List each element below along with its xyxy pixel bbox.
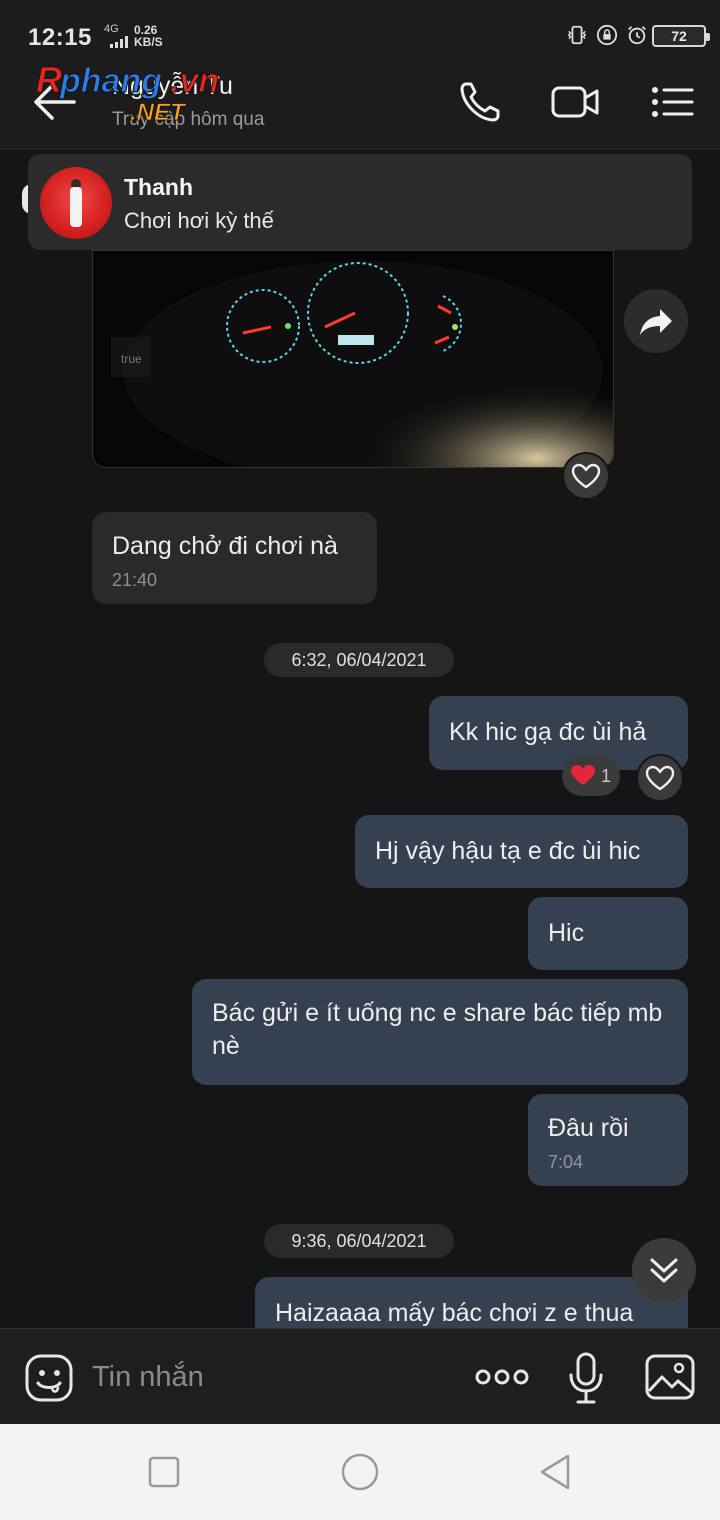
notification-sender: Thanh	[124, 174, 193, 200]
svg-text:R: R	[36, 59, 62, 100]
system-nav-bar	[0, 1424, 720, 1520]
svg-text:phang: phang	[59, 62, 162, 100]
svg-text:.vn: .vn	[170, 62, 219, 100]
message-bubble-out[interactable]: Hic	[528, 897, 688, 970]
message-text: Haizaaaa mấy bác chơi z e thua	[275, 1299, 634, 1327]
image-message[interactable]: true	[92, 250, 614, 468]
scroll-to-bottom-button[interactable]	[632, 1238, 696, 1302]
share-button[interactable]	[624, 289, 688, 353]
message-input[interactable]	[92, 1355, 452, 1399]
nav-back-icon[interactable]	[536, 1452, 576, 1492]
phone-icon[interactable]	[456, 78, 506, 126]
svg-text:true: true	[121, 352, 142, 366]
message-time: 21:40	[112, 570, 158, 590]
notification-avatar	[40, 167, 112, 239]
battery-indicator: 72	[652, 25, 710, 47]
emoji-icon[interactable]	[24, 1353, 74, 1403]
message-bubble-out[interactable]: Bác gửi e ít uống nc e share bác tiếp mb…	[192, 979, 688, 1085]
heart-react-button[interactable]	[562, 452, 610, 500]
video-call-icon[interactable]	[550, 78, 600, 126]
message-time: 7:04	[548, 1152, 584, 1172]
message-text: Bác gửi e ít uống nc e share bác tiếp mb…	[212, 999, 663, 1060]
message-input-bar	[0, 1328, 720, 1424]
lock-icon	[596, 24, 618, 46]
notification-message: Chơi hơi kỳ thế	[124, 208, 274, 233]
message-text: Kk hic gạ đc ùi hả	[449, 718, 647, 746]
status-time: 12:15	[28, 24, 92, 51]
alarm-icon	[628, 26, 646, 45]
nav-home-icon[interactable]	[340, 1452, 380, 1492]
network-speed: 0.26 KB/S	[134, 23, 163, 49]
message-text: Dang chở đi chơi nà	[112, 532, 338, 560]
more-dots-icon[interactable]	[474, 1359, 530, 1395]
heart-icon	[645, 765, 675, 791]
reaction-badge[interactable]: 1	[562, 756, 620, 796]
status-icons	[566, 24, 648, 46]
chat-header: Nguyễn Tu Truy cập hôm qua R phang .vn .…	[0, 54, 720, 150]
watermark-logo: R phang .vn .NET	[36, 59, 220, 123]
svg-text:.NET: .NET	[130, 99, 187, 122]
heart-reaction-icon	[571, 765, 595, 785]
heart-icon	[571, 463, 601, 489]
status-bar: 12:15 4G 0.26 KB/S 72	[0, 0, 720, 54]
date-separator: 9:36, 06/04/2021	[264, 1224, 454, 1258]
reaction-count: 1	[601, 766, 612, 786]
heart-react-button[interactable]	[636, 754, 684, 802]
dashboard-photo: true	[93, 251, 613, 467]
share-icon	[640, 309, 672, 335]
gallery-icon[interactable]	[644, 1353, 696, 1401]
chevron-double-down-icon	[650, 1258, 678, 1283]
vibrate-icon	[567, 25, 587, 45]
mic-icon[interactable]	[566, 1351, 606, 1405]
message-text: Đâu rồi	[548, 1114, 629, 1142]
network-type: 4G	[104, 23, 119, 35]
nav-recents-icon[interactable]	[144, 1452, 184, 1492]
message-bubble-out[interactable]: Đâu rồi 7:04	[528, 1094, 688, 1186]
message-notification[interactable]: Thanh Chơi hơi kỳ thế	[28, 154, 692, 250]
signal-icon	[110, 36, 128, 48]
message-text: Hj vậy hậu tạ e đc ùi hic	[375, 837, 641, 865]
date-separator: 6:32, 06/04/2021	[264, 643, 454, 677]
message-bubble-out[interactable]: Hj vậy hậu tạ e đc ùi hic	[355, 815, 688, 888]
message-bubble-in[interactable]: Dang chở đi chơi nà 21:40	[92, 512, 377, 604]
message-text: Hic	[548, 919, 585, 947]
menu-list-icon[interactable]	[648, 78, 698, 126]
